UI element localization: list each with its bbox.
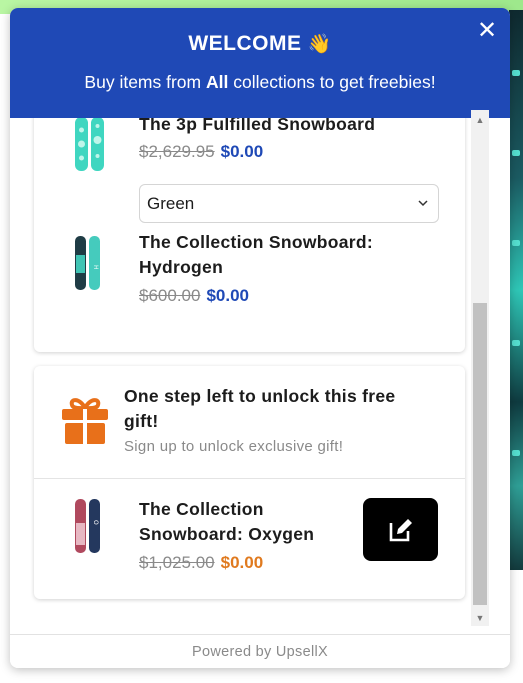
popup-subtitle: Buy items from All collections to get fr… xyxy=(10,72,510,93)
gift-title-line: gift! xyxy=(124,411,159,431)
snowboard-oxygen-thumbnail: O xyxy=(74,498,102,559)
scrollbar-thumb[interactable] xyxy=(473,303,487,605)
original-price: $1,025.00 xyxy=(139,553,215,572)
chevron-down-icon xyxy=(418,200,428,207)
product-title-line: Hydrogen xyxy=(139,257,224,277)
product-title: The 3p Fulfilled Snowboard xyxy=(139,118,376,134)
original-price: $600.00 xyxy=(139,286,201,305)
discounted-price: $0.00 xyxy=(220,553,264,572)
product-title: The Collection Snowboard: Hydrogen xyxy=(139,230,373,280)
popup-title-text: WELCOME xyxy=(188,32,302,55)
variant-select-value: Green xyxy=(147,194,195,213)
price-row: $2,629.95 $0.00 xyxy=(139,141,263,163)
product-title-line: The Collection xyxy=(139,499,264,519)
discounted-price: $0.00 xyxy=(220,142,264,161)
product-title-line: Snowboard: Oxygen xyxy=(139,524,315,544)
gift-product-title: The Collection Snowboard: Oxygen xyxy=(139,497,314,547)
close-button[interactable]: ✕ xyxy=(476,17,498,44)
original-price: $2,629.95 xyxy=(139,142,215,161)
wave-icon: 👋 xyxy=(307,34,332,55)
gift-title: One step left to unlock this free gift! xyxy=(124,384,444,434)
freebie-products-card: The 3p Fulfilled Snowboard $2,629.95 $0.0… xyxy=(34,118,465,352)
snowboard-hydrogen-thumbnail: H xyxy=(74,235,102,296)
subtitle-text-start: Buy items from xyxy=(84,72,206,92)
upsell-popup: WELCOME 👋 Buy items from All collections … xyxy=(10,8,510,668)
gift-subtitle: Sign up to unlock exclusive gift! xyxy=(124,438,344,455)
gift-title-line: One step left to unlock this free xyxy=(124,386,396,406)
powered-by-footer: Powered by UpsellX xyxy=(10,634,510,668)
subtitle-text-end: collections to get freebies! xyxy=(228,72,436,92)
signup-edit-button[interactable] xyxy=(363,498,438,561)
scrollbar[interactable]: ▲ ▼ xyxy=(471,110,489,626)
locked-gift-card: One step left to unlock this free gift! … xyxy=(34,366,465,599)
popup-scroll-area[interactable]: The 3p Fulfilled Snowboard $2,629.95 $0.0… xyxy=(10,118,510,634)
product-title-line: The Collection Snowboard: xyxy=(139,232,374,252)
price-row: $1,025.00 $0.00 xyxy=(139,552,263,574)
svg-text:O: O xyxy=(92,520,99,525)
subtitle-text-bold: All xyxy=(205,72,229,92)
divider xyxy=(34,478,465,479)
scroll-up-arrow-icon[interactable]: ▲ xyxy=(471,112,489,128)
page-background-snowboard xyxy=(509,10,523,570)
scroll-down-arrow-icon[interactable]: ▼ xyxy=(471,610,489,626)
edit-icon xyxy=(389,519,412,542)
variant-select[interactable]: Green xyxy=(139,184,439,223)
snowboard-3p-thumbnail xyxy=(74,118,106,177)
price-row: $600.00 $0.00 xyxy=(139,285,249,307)
popup-title: WELCOME 👋 xyxy=(10,32,510,56)
close-icon: ✕ xyxy=(476,17,498,44)
discounted-price: $0.00 xyxy=(206,286,249,305)
popup-header: WELCOME 👋 Buy items from All collections … xyxy=(10,8,510,118)
gift-icon xyxy=(62,398,108,444)
svg-text:H: H xyxy=(92,265,99,270)
